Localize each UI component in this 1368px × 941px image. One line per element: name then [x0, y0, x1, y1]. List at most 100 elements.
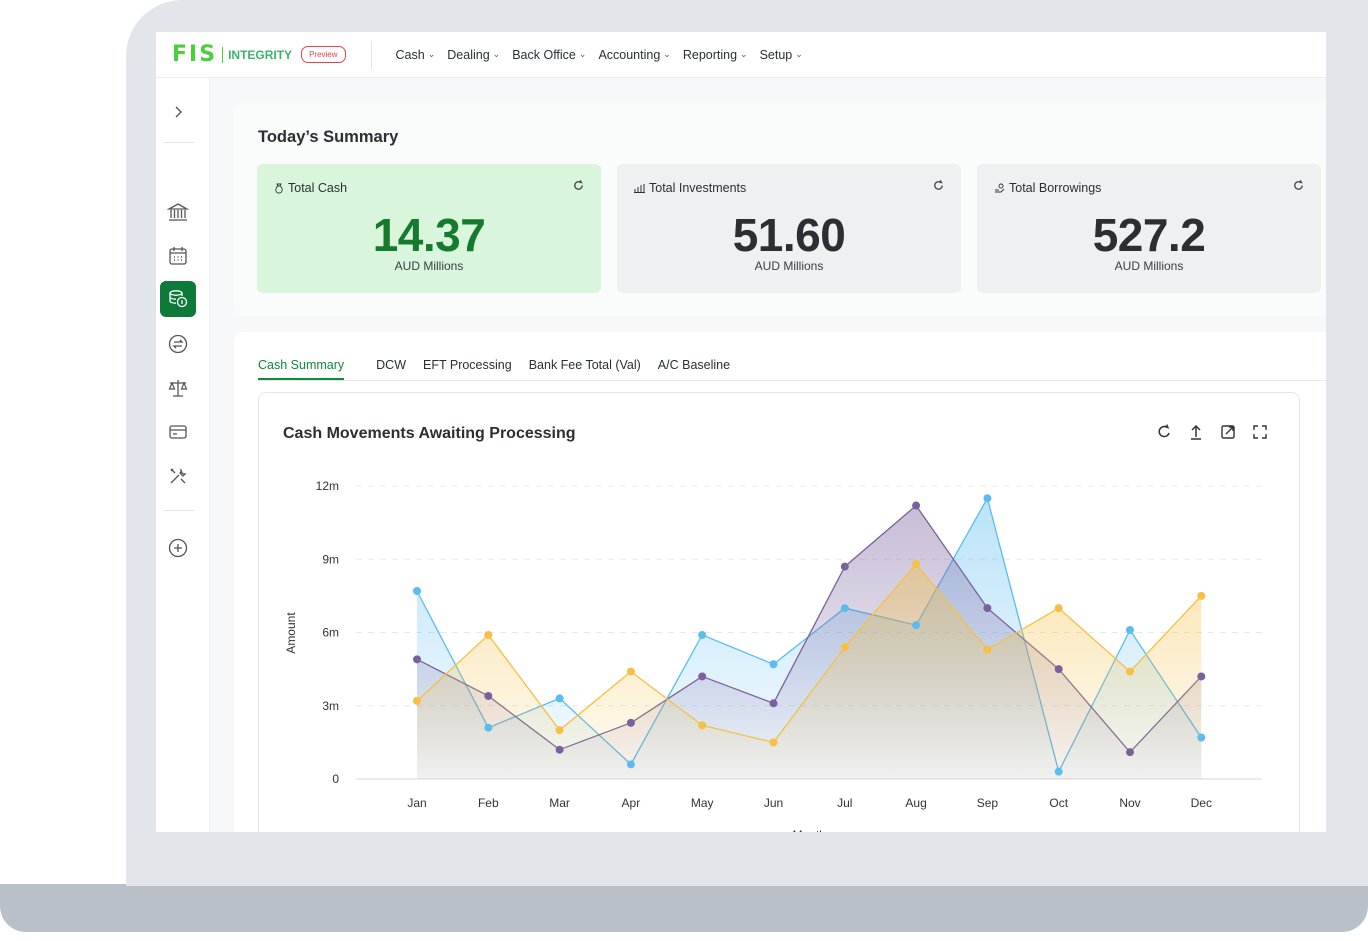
data-point: [983, 604, 992, 613]
x-tick-label: Jun: [764, 796, 783, 810]
tab-ac-baseline[interactable]: A/C Baseline: [658, 358, 730, 380]
fullscreen-button[interactable]: [1251, 423, 1269, 441]
tab-eft-processing[interactable]: EFT Processing: [423, 358, 512, 380]
data-point: [1197, 733, 1206, 742]
y-tick-label: 6m: [322, 626, 339, 640]
tab-dcw[interactable]: DCW: [376, 358, 406, 380]
tab-bar: Cash Summary DCW EFT Processing Bank Fee…: [258, 358, 747, 380]
sidebar: [156, 78, 210, 832]
hand-coins-icon: [995, 183, 1005, 193]
data-point: [698, 721, 707, 730]
data-point: [626, 760, 635, 769]
x-tick-label: Sep: [977, 796, 999, 810]
kpi-value: 14.37: [372, 209, 486, 261]
x-axis-label: Month: [792, 828, 825, 832]
menu-back-office[interactable]: Back Office ⌄: [512, 48, 586, 62]
menu-label: Reporting: [682, 47, 738, 62]
refresh-icon[interactable]: [932, 179, 945, 195]
data-point: [912, 621, 921, 630]
kpi-value: 51.60: [732, 209, 846, 261]
x-tick-label: Jul: [837, 796, 852, 810]
data-point: [555, 694, 564, 703]
menu-label: Back Office: [512, 47, 576, 62]
bar-chart-icon: [634, 184, 645, 193]
x-tick-label: May: [691, 796, 714, 810]
kpi-unit: AUD Millions: [394, 259, 464, 273]
data-point: [626, 667, 635, 676]
chevron-down-icon: ⌄: [740, 49, 748, 59]
sidebar-add-button[interactable]: [160, 530, 196, 566]
chevron-down-icon: ⌄: [427, 49, 436, 59]
todays-summary-panel: Today’s Summary Total Cash 14.37 AUD Mil…: [234, 102, 1326, 316]
y-tick-label: 0: [332, 772, 339, 786]
bank-icon: [167, 203, 189, 221]
y-tick-label: 3m: [322, 699, 339, 713]
kpi-total-cash[interactable]: Total Cash 14.37 AUD Millions: [257, 164, 601, 293]
menu-setup[interactable]: Setup ⌄: [760, 48, 803, 62]
app-logo[interactable]: FIS INTEGRITY Preview: [172, 32, 346, 78]
upload-icon: [1191, 424, 1201, 440]
refresh-icon[interactable]: [572, 179, 585, 195]
app-screen: FIS INTEGRITY Preview Cash ⌄ Dealing ⌄ Bac…: [156, 32, 1326, 832]
data-point: [840, 643, 849, 652]
topbar-divider: [370, 40, 372, 69]
menu-reporting[interactable]: Reporting ⌄: [683, 48, 748, 62]
sidebar-item-payments[interactable]: [160, 414, 196, 450]
chevron-down-icon: ⌄: [795, 49, 803, 59]
tab-cash-summary[interactable]: Cash Summary: [258, 358, 345, 380]
data-point: [413, 696, 421, 705]
sidebar-item-banking[interactable]: [160, 194, 196, 230]
menu-cash[interactable]: Cash ⌄: [396, 48, 436, 62]
cash-summary-panel: Cash Summary DCW EFT Processing Bank Fee…: [234, 332, 1326, 832]
refresh-icon: [1158, 424, 1170, 438]
sidebar-divider: [164, 510, 194, 511]
kpi-total-investments[interactable]: Total Investments 51.60 AUD Millions: [617, 164, 961, 293]
tab-bank-fee-total[interactable]: Bank Fee Total (Val): [529, 358, 641, 380]
chevron-down-icon: ⌄: [492, 49, 501, 59]
data-point: [413, 586, 421, 595]
data-point: [626, 718, 635, 727]
laptop-base: [0, 884, 1368, 932]
logo-separator: [222, 46, 224, 63]
data-point: [1197, 672, 1206, 681]
y-tick-label: 9m: [322, 552, 339, 566]
sidebar-item-accounting[interactable]: [160, 370, 196, 406]
menu-dealing[interactable]: Dealing ⌄: [447, 48, 500, 62]
chevron-down-icon: ⌄: [663, 49, 671, 59]
kpi-label: Total Borrowings: [994, 181, 1101, 195]
sidebar-item-tools[interactable]: [160, 458, 196, 494]
data-point: [983, 645, 992, 654]
add-icon: [168, 538, 188, 558]
kpi-label: Total Cash: [274, 181, 347, 195]
refresh-icon[interactable]: [1292, 179, 1305, 195]
kpi-unit: AUD Millions: [754, 259, 824, 273]
chart-title: Cash Movements Awaiting Processing: [283, 425, 576, 442]
summary-title: Today’s Summary: [258, 128, 399, 146]
sidebar-item-calendar[interactable]: [160, 238, 196, 274]
data-point: [769, 738, 778, 747]
menu-label: Dealing: [447, 47, 490, 62]
cash-movements-chart: 0 3m 6m 9m 12m Jan Feb Mar Apr May Jun Jul Aug Sep Oct…: [284, 479, 1262, 832]
open-external-button[interactable]: [1219, 423, 1237, 441]
logo-product-name: INTEGRITY: [228, 47, 293, 62]
preview-badge: Preview: [301, 46, 346, 63]
money-bag-icon: [275, 183, 283, 193]
export-chart-button[interactable]: [1187, 423, 1205, 441]
sidebar-expand-button[interactable]: [160, 94, 196, 130]
sidebar-item-transfers[interactable]: [160, 326, 196, 362]
menu-accounting[interactable]: Accounting ⌄: [598, 48, 670, 62]
external-link-icon: [1221, 425, 1235, 439]
kpi-label-text: Total Borrowings: [1009, 181, 1102, 195]
data-point: [912, 501, 921, 510]
data-point: [1126, 626, 1134, 635]
tab-bar-underline: [258, 380, 1326, 381]
expand-icon: [1253, 425, 1267, 439]
menu-label: Setup: [759, 47, 793, 62]
y-axis-label: Amount: [284, 612, 298, 654]
kpi-total-borrowings[interactable]: Total Borrowings 527.2 AUD Millions: [977, 164, 1321, 293]
refresh-chart-button[interactable]: [1155, 423, 1173, 441]
x-tick-label: Dec: [1191, 796, 1212, 810]
sidebar-divider: [164, 142, 194, 143]
top-navigation-bar: FIS INTEGRITY Preview Cash ⌄ Dealing ⌄ Bac…: [156, 32, 1326, 78]
sidebar-item-cash[interactable]: [160, 281, 196, 317]
